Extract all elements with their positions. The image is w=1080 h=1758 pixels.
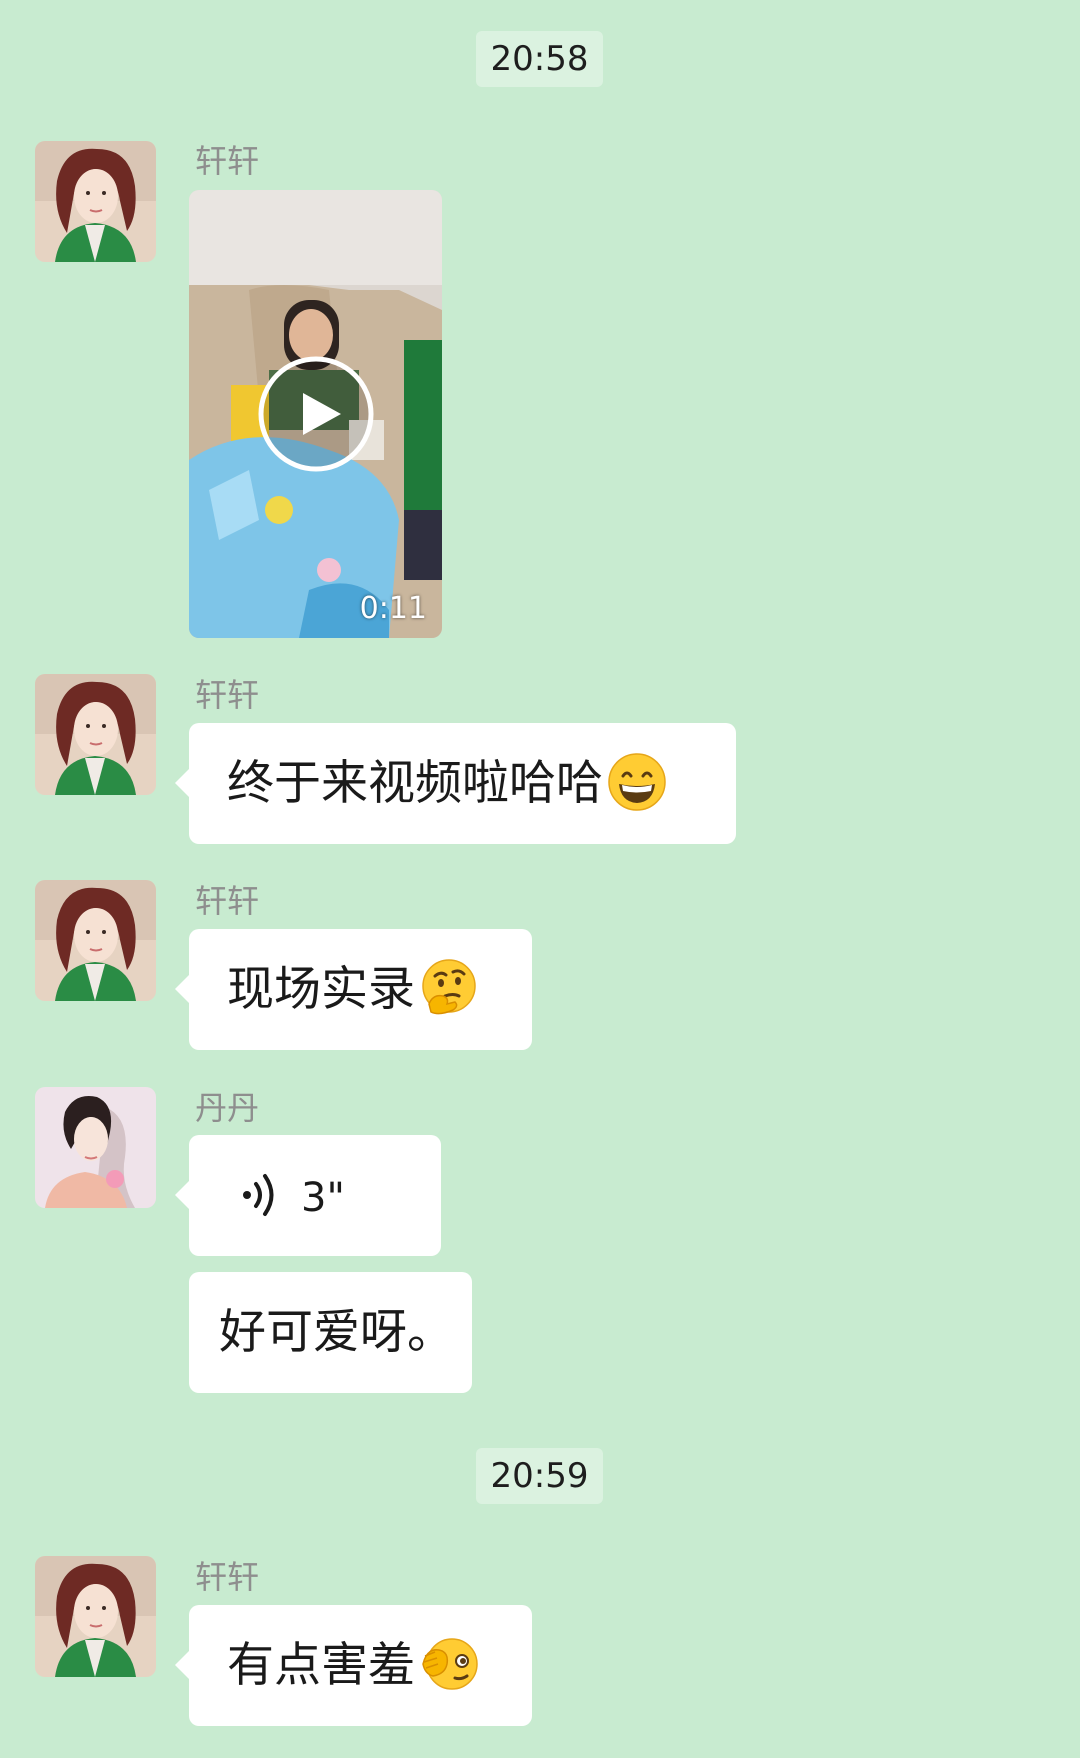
message-text: 终于来视频啦哈哈 — [227, 756, 603, 811]
avatar-xuanxuan[interactable] — [35, 1556, 156, 1677]
avatar-dandan[interactable] — [35, 1087, 156, 1208]
message-bubble[interactable]: 有点害羞 — [175, 1605, 532, 1726]
voice-duration: 3" — [301, 1175, 345, 1221]
avatar-xuanxuan[interactable] — [35, 674, 156, 795]
sender-name: 丹丹 — [195, 1089, 260, 1127]
message-bubble[interactable]: 好可爱呀。 — [189, 1272, 472, 1393]
thinking-face-icon — [419, 958, 479, 1018]
grinning-face-icon — [607, 752, 667, 812]
play-icon[interactable] — [257, 355, 375, 473]
message-bubble[interactable]: 现场实录 — [175, 929, 532, 1050]
avatar-xuanxuan[interactable] — [35, 880, 156, 1001]
timestamp: 20:58 — [476, 31, 603, 87]
message-bubble[interactable]: 终于来视频啦哈哈 — [175, 723, 736, 844]
voice-message-bubble[interactable]: 3" — [175, 1135, 441, 1256]
sender-name: 轩轩 — [195, 882, 260, 920]
message-text: 有点害羞 — [227, 1638, 415, 1693]
sender-name: 轩轩 — [195, 1558, 260, 1596]
sender-name: 轩轩 — [195, 142, 260, 180]
timestamp: 20:59 — [476, 1448, 603, 1504]
avatar-xuanxuan[interactable] — [35, 141, 156, 262]
message-text: 好可爱呀。 — [219, 1305, 454, 1360]
video-message[interactable]: 0:11 — [189, 190, 442, 638]
voice-wave-icon — [239, 1172, 281, 1218]
sender-name: 轩轩 — [195, 676, 260, 714]
video-duration: 0:11 — [359, 591, 427, 626]
message-text: 现场实录 — [227, 962, 415, 1017]
face-with-hand-over-eye-icon — [419, 1634, 479, 1694]
